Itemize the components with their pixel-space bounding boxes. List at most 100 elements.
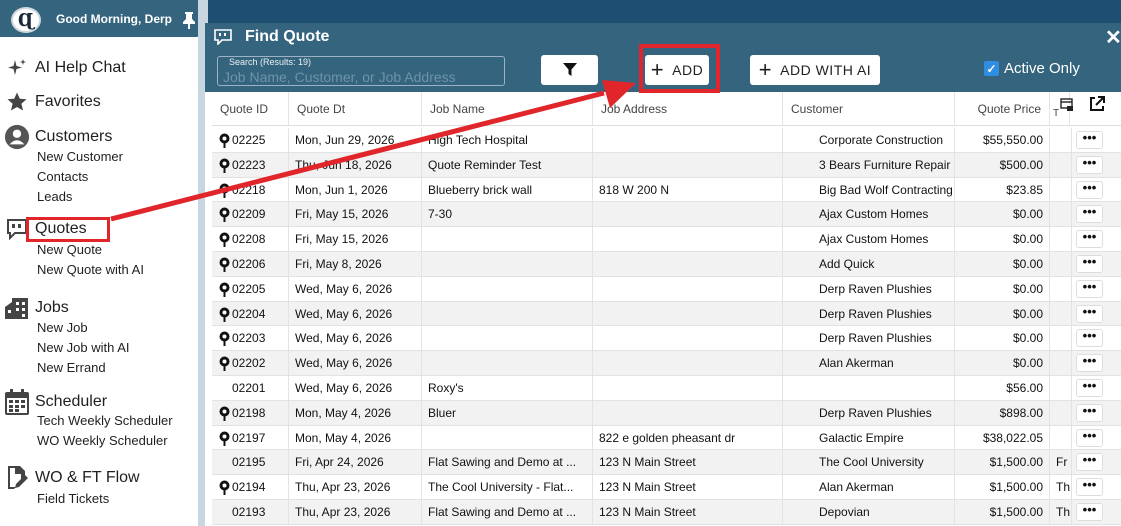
nav-leads[interactable]: Leads: [37, 189, 72, 204]
nav-new-quote-ai[interactable]: New Quote with AI: [37, 262, 144, 277]
nav-scheduler[interactable]: Scheduler: [4, 389, 107, 415]
row-more-button[interactable]: •••: [1076, 155, 1103, 174]
nav-jobs[interactable]: Jobs: [4, 295, 69, 321]
table-row[interactable]: 02203 Wed, May 6, 2026 Derp Raven Plushies…: [212, 326, 1121, 352]
search-input[interactable]: [223, 69, 499, 85]
table-row[interactable]: 02201 Wed, May 6, 2026 Roxy's $56.00 •••: [212, 376, 1121, 401]
nav-wo-weekly-scheduler[interactable]: WO Weekly Scheduler: [37, 433, 168, 448]
portal-link-icon[interactable]: [218, 232, 231, 248]
row-more-button[interactable]: •••: [1076, 478, 1103, 497]
table-row[interactable]: 02225 Mon, Jun 29, 2026 High Tech Hospital…: [212, 128, 1121, 153]
checkbox-checked-icon[interactable]: ✓: [984, 61, 999, 76]
portal-link-icon[interactable]: [218, 356, 231, 372]
cell-job-address: [593, 152, 783, 177]
portal-link-icon[interactable]: [218, 431, 231, 446]
table-row[interactable]: 02223 Thu, Jun 18, 2026 Quote Reminder Tes…: [212, 152, 1121, 178]
portal-link-icon[interactable]: [218, 158, 231, 173]
table-row[interactable]: 02195 Fri, Apr 24, 2026 Flat Sawing and De…: [212, 450, 1121, 476]
portal-link-icon[interactable]: [218, 207, 231, 223]
row-more-button[interactable]: •••: [1076, 403, 1103, 422]
search-field[interactable]: Search (Results: 19): [217, 56, 505, 86]
row-more-button[interactable]: •••: [1076, 503, 1103, 521]
cell-quote-id: 02193: [212, 500, 289, 524]
row-more-button[interactable]: •••: [1076, 329, 1103, 348]
nav-new-quote[interactable]: New Quote: [37, 242, 102, 257]
cell-job-address: [593, 128, 783, 152]
col-quote-price[interactable]: Quote Price: [955, 92, 1050, 126]
cell-quote-dt: Wed, May 6, 2026: [289, 301, 422, 326]
filter-button[interactable]: [541, 55, 598, 85]
nav-new-customer[interactable]: New Customer: [37, 149, 123, 164]
quote-bubble-icon: [214, 29, 232, 45]
cell-quote-price: $0.00: [955, 351, 1050, 376]
cell-quote-dt: Wed, May 6, 2026: [289, 376, 422, 400]
nav-new-errand[interactable]: New Errand: [37, 360, 106, 375]
external-link-icon[interactable]: [1088, 95, 1106, 113]
row-more-button[interactable]: •••: [1076, 205, 1103, 224]
sidebar-header: Ɋ Good Morning, Derp: [0, 0, 202, 37]
nav-customers[interactable]: Customers: [4, 124, 112, 150]
col-quote-dt[interactable]: Quote Dt: [289, 92, 422, 126]
cell-job-name: [422, 227, 593, 252]
portal-link-icon[interactable]: [218, 307, 231, 322]
table-row[interactable]: 02208 Fri, May 15, 2026 Ajax Custom Homes $…: [212, 227, 1121, 252]
cell-job-name: Roxy's: [422, 376, 593, 400]
row-more-button[interactable]: •••: [1076, 279, 1103, 298]
row-more-button[interactable]: •••: [1076, 180, 1103, 199]
portal-link-icon[interactable]: [218, 331, 231, 347]
nav-contacts[interactable]: Contacts: [37, 169, 88, 184]
cell-t: [1050, 128, 1072, 152]
portal-link-icon[interactable]: [218, 183, 231, 198]
row-more-button[interactable]: •••: [1076, 230, 1103, 249]
cell-job-address: [593, 227, 783, 252]
nav-new-job-ai[interactable]: New Job with AI: [37, 340, 130, 355]
col-job-name[interactable]: Job Name: [422, 92, 593, 126]
nav-favorites[interactable]: Favorites: [4, 89, 101, 115]
portal-link-icon[interactable]: [218, 257, 231, 272]
col-quote-id[interactable]: Quote ID: [212, 92, 289, 126]
table-row[interactable]: 02193 Thu, Apr 23, 2026 Flat Sawing and De…: [212, 500, 1121, 525]
row-more-button[interactable]: •••: [1076, 379, 1103, 397]
table-row[interactable]: 02204 Wed, May 6, 2026 Derp Raven Plushies…: [212, 301, 1121, 327]
cell-job-name: [422, 326, 593, 351]
nav-field-tickets[interactable]: Field Tickets: [37, 491, 109, 506]
row-more-button[interactable]: •••: [1076, 131, 1103, 149]
close-icon[interactable]: ✕: [1105, 25, 1121, 50]
app-logo[interactable]: Ɋ: [11, 7, 41, 33]
nav-ai-help[interactable]: AI Help Chat: [4, 55, 126, 81]
pin-icon[interactable]: [179, 10, 199, 30]
greeting-text: Good Morning, Derp: [56, 12, 172, 26]
table-row[interactable]: 02218 Mon, Jun 1, 2026 Blueberry brick wal…: [212, 177, 1121, 203]
add-with-ai-button[interactable]: + ADD WITH AI: [750, 55, 880, 85]
portal-link-icon[interactable]: [218, 282, 231, 297]
cell-quote-dt: Fri, May 15, 2026: [289, 227, 422, 252]
table-row[interactable]: 02198 Mon, May 4, 2026 Bluer Derp Raven Plu…: [212, 400, 1121, 426]
table-row[interactable]: 02209 Fri, May 15, 2026 7-30 Ajax Custom Ho…: [212, 202, 1121, 228]
buildings-icon: [4, 295, 30, 321]
table-row[interactable]: 02197 Mon, May 4, 2026 822 e golden pheasa…: [212, 425, 1121, 451]
cell-job-name: The Cool University - Flat...: [422, 475, 593, 500]
table-row[interactable]: 02206 Fri, May 8, 2026 Add Quick $0.00 •••: [212, 252, 1121, 277]
table-row[interactable]: 02194 Thu, Apr 23, 2026 The Cool Universit…: [212, 475, 1121, 500]
row-more-button[interactable]: •••: [1076, 428, 1103, 447]
col-customer[interactable]: Customer: [783, 92, 955, 126]
column-chooser-icon[interactable]: [1060, 98, 1074, 112]
row-more-button[interactable]: •••: [1076, 354, 1103, 373]
nav-tech-weekly-scheduler[interactable]: Tech Weekly Scheduler: [37, 413, 173, 428]
cell-customer: Derp Raven Plushies: [783, 400, 955, 425]
col-job-address[interactable]: Job Address: [593, 92, 783, 126]
nav-wo-flow[interactable]: WO & FT Flow: [4, 465, 140, 491]
table-row[interactable]: 02205 Wed, May 6, 2026 Derp Raven Plushies…: [212, 276, 1121, 302]
active-only-toggle[interactable]: ✓ Active Only: [984, 60, 1080, 77]
portal-link-icon[interactable]: [218, 406, 231, 421]
plus-icon: +: [758, 57, 773, 82]
table-row[interactable]: 02202 Wed, May 6, 2026 Alan Akerman $0.00 ••…: [212, 351, 1121, 376]
nav-new-job[interactable]: New Job: [37, 320, 88, 335]
cell-customer: Ajax Custom Homes: [783, 227, 955, 252]
portal-link-icon[interactable]: [218, 133, 231, 148]
cell-customer: Corporate Construction: [783, 128, 955, 152]
row-more-button[interactable]: •••: [1076, 304, 1103, 323]
row-more-button[interactable]: •••: [1076, 255, 1103, 273]
row-more-button[interactable]: •••: [1076, 453, 1103, 472]
portal-link-icon[interactable]: [218, 480, 231, 496]
